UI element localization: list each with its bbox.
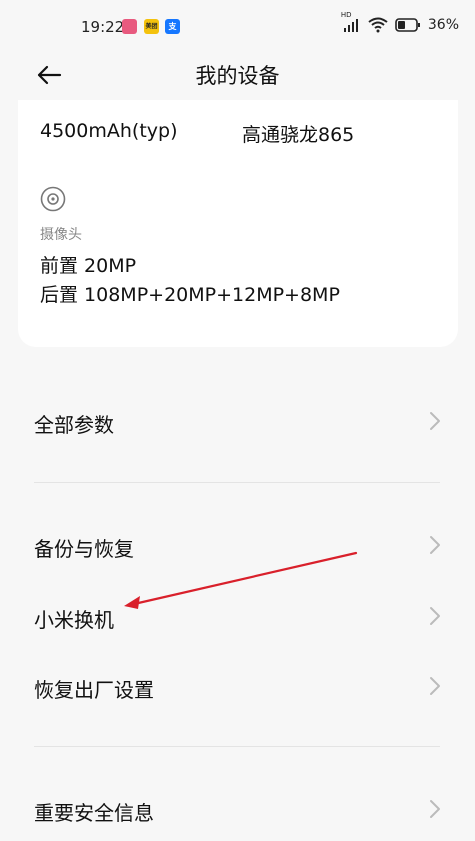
section-divider <box>34 482 440 483</box>
menu-item-mi-mover[interactable]: 小米换机 <box>0 584 475 648</box>
section-divider <box>34 746 440 747</box>
status-time: 19:22 <box>81 18 125 36</box>
chevron-right-icon <box>430 607 440 625</box>
processor-value: 高通骁龙865 <box>242 124 355 146</box>
status-icons: HD 36% <box>341 11 459 33</box>
battery-icon <box>395 18 420 32</box>
camera-icon <box>40 186 66 212</box>
meituan-app-icon: 美团 <box>144 19 159 34</box>
chevron-right-icon <box>430 800 440 818</box>
menu-item-all-params[interactable]: 全部参数 <box>0 389 475 453</box>
network-label: HD <box>340 11 352 19</box>
status-bar: 19:22 美团 支 HD 36% <box>0 0 475 50</box>
menu-item-label: 重要安全信息 <box>34 801 154 825</box>
battery-capacity-value: 4500mAh(typ) <box>40 120 178 142</box>
signal-icon: HD <box>341 11 361 33</box>
page-title: 我的设备 <box>195 64 280 88</box>
menu-item-factory-reset[interactable]: 恢复出厂设置 <box>0 654 475 718</box>
gallery-app-icon <box>122 19 137 34</box>
menu-item-backup-restore[interactable]: 备份与恢复 <box>0 513 475 577</box>
camera-label: 摄像头 <box>40 227 82 243</box>
device-specs-card: 4500mAh(typ) 高通骁龙865 摄像头 前置 20MP 后置 108M… <box>18 100 458 347</box>
wifi-icon <box>368 17 388 33</box>
battery-percent: 36% <box>427 17 459 33</box>
menu-item-safety-info[interactable]: 重要安全信息 <box>0 777 475 841</box>
chevron-right-icon <box>430 412 440 430</box>
chevron-right-icon <box>430 677 440 695</box>
alipay-app-icon: 支 <box>165 19 180 34</box>
menu-item-label: 备份与恢复 <box>34 537 134 561</box>
menu-item-label: 恢复出厂设置 <box>34 678 154 702</box>
front-camera-value: 前置 20MP <box>40 255 137 277</box>
menu-item-label: 小米换机 <box>34 608 114 632</box>
chevron-right-icon <box>430 536 440 554</box>
menu-item-label: 全部参数 <box>34 413 114 437</box>
rear-camera-value: 后置 108MP+20MP+12MP+8MP <box>40 284 340 306</box>
